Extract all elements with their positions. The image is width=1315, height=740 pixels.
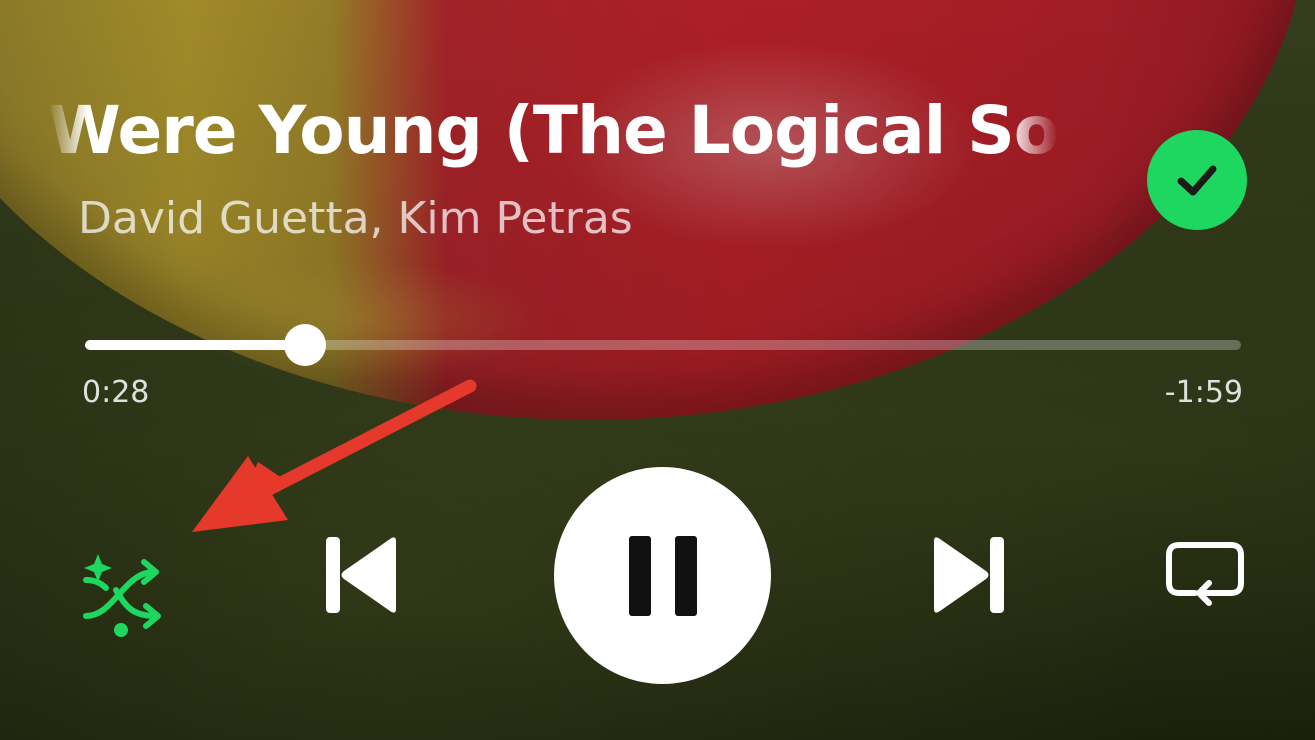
pause-icon xyxy=(628,535,697,616)
play-pause-button[interactable] xyxy=(554,467,771,684)
liked-button[interactable] xyxy=(1147,130,1247,230)
skip-previous-icon xyxy=(326,537,396,613)
remaining-time: -1:59 xyxy=(1164,375,1243,410)
skip-next-icon xyxy=(934,537,1004,613)
elapsed-time: 0:28 xyxy=(82,375,150,410)
smart-shuffle-icon xyxy=(83,554,161,629)
repeat-button[interactable] xyxy=(1160,535,1250,615)
progress-thumb[interactable] xyxy=(283,324,326,366)
progress-bar[interactable] xyxy=(85,324,1241,366)
previous-track-button[interactable] xyxy=(315,530,405,620)
track-title: Were Young (The Logical Son xyxy=(48,92,1058,169)
checkmark-icon xyxy=(1177,165,1217,196)
progress-fill xyxy=(85,340,305,350)
track-artist[interactable]: David Guetta, Kim Petras xyxy=(78,193,633,244)
annotation-arrow xyxy=(192,379,477,532)
repeat-icon xyxy=(1166,542,1244,606)
shuffle-active-indicator xyxy=(114,623,128,637)
track-title-container: Were Young (The Logical Son xyxy=(48,88,1058,184)
next-track-button[interactable] xyxy=(925,530,1015,620)
